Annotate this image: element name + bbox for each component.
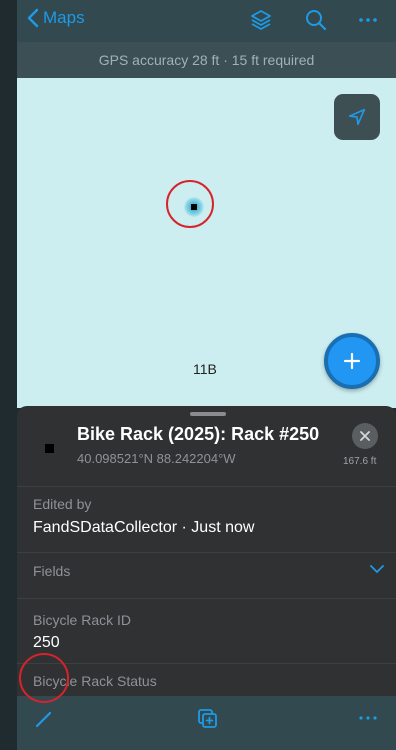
- chevron-left-icon: [27, 8, 39, 28]
- edit-pencil-icon[interactable]: [33, 706, 57, 730]
- divider: [17, 486, 396, 487]
- highlight-circle: [166, 180, 214, 228]
- close-icon: [360, 431, 370, 441]
- feature-details-sheet: Bike Rack (2025): Rack #250 40.098521°N …: [17, 406, 396, 696]
- back-button[interactable]: Maps: [27, 8, 85, 28]
- map-view[interactable]: 11B: [17, 78, 396, 408]
- edited-by-value: FandSDataCollector · Just now: [33, 519, 255, 536]
- gps-accuracy-banner: GPS accuracy 28 ft · 15 ft required: [17, 42, 396, 78]
- divider: [17, 663, 396, 664]
- layers-icon[interactable]: [249, 8, 273, 32]
- locate-button[interactable]: [334, 94, 380, 140]
- nav-bar: Maps: [17, 0, 396, 42]
- fields-header[interactable]: Fields: [33, 563, 70, 579]
- back-label: Maps: [43, 8, 85, 27]
- close-button[interactable]: [352, 423, 378, 449]
- chevron-down-icon[interactable]: [370, 564, 384, 574]
- feature-symbol-icon: [45, 444, 54, 453]
- divider: [17, 598, 396, 599]
- sheet-drag-handle[interactable]: [190, 412, 226, 416]
- feature-title: Bike Rack (2025): Rack #250: [77, 424, 320, 444]
- feature-coordinates: 40.098521°N 88.242204°W: [77, 451, 236, 466]
- plus-icon: [343, 352, 361, 370]
- map-label: 11B: [193, 361, 217, 377]
- duplicate-icon[interactable]: [195, 706, 219, 730]
- bottom-toolbar: [17, 696, 396, 750]
- navigation-arrow-icon: [348, 108, 366, 126]
- feature-distance: 167.6 ft: [343, 456, 377, 467]
- rack-id-label: Bicycle Rack ID: [33, 612, 132, 628]
- rack-id-value: 250: [33, 634, 60, 651]
- more-icon[interactable]: [356, 8, 380, 32]
- more-icon[interactable]: [356, 706, 380, 730]
- add-feature-button[interactable]: [324, 333, 380, 389]
- divider: [17, 552, 396, 553]
- edited-by-label: Edited by: [33, 496, 92, 512]
- search-icon[interactable]: [304, 8, 328, 32]
- highlight-circle: [19, 653, 69, 703]
